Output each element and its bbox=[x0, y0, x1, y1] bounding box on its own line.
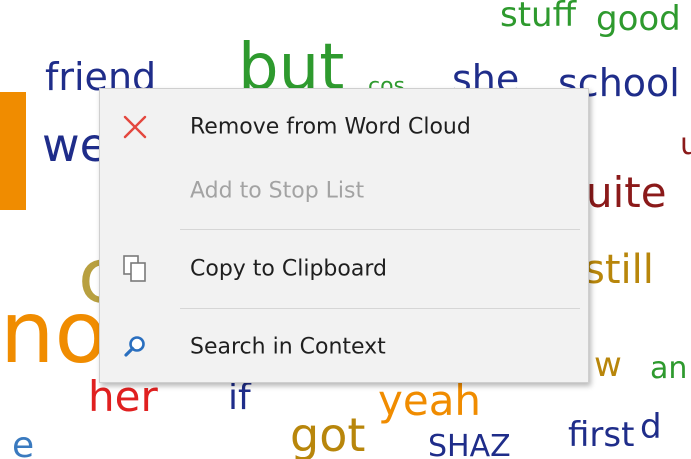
menu-item-label: Copy to Clipboard bbox=[190, 256, 387, 282]
word-cloud-word[interactable]: uite bbox=[586, 172, 667, 214]
word-cloud-word[interactable]: w bbox=[594, 348, 622, 382]
word-cloud-word[interactable]: u bbox=[680, 130, 691, 160]
menu-item-copy-to-clipboard[interactable]: Copy to Clipboard bbox=[100, 239, 588, 299]
word-cloud-word[interactable]: an bbox=[650, 354, 687, 384]
context-menu: Remove from Word Cloud Add to Stop List … bbox=[99, 88, 589, 383]
word-cloud-word[interactable]: SHAZ bbox=[428, 432, 511, 459]
menu-item-label: Search in Context bbox=[190, 334, 386, 360]
menu-separator bbox=[180, 229, 580, 230]
word-cloud-word[interactable]: yeah bbox=[378, 380, 481, 422]
word-cloud-word[interactable]: if bbox=[228, 380, 251, 416]
menu-item-label: Remove from Word Cloud bbox=[190, 114, 471, 140]
menu-item-label: Add to Stop List bbox=[190, 178, 365, 204]
word-cloud-word[interactable]: d bbox=[640, 410, 662, 444]
word-cloud-word[interactable]: no bbox=[0, 290, 107, 376]
menu-item-remove-from-word-cloud[interactable]: Remove from Word Cloud bbox=[100, 97, 588, 157]
word-cloud-word[interactable]: first bbox=[568, 418, 634, 452]
word-cloud-word[interactable]: e bbox=[12, 428, 34, 459]
word-cloud-word[interactable]: stuff bbox=[500, 0, 576, 32]
menu-item-add-to-stop-list[interactable]: Add to Stop List bbox=[100, 161, 588, 221]
word-cloud-fragment bbox=[0, 92, 26, 210]
close-icon bbox=[118, 110, 152, 144]
word-cloud-word[interactable]: still bbox=[584, 250, 654, 290]
word-cloud-word[interactable]: good bbox=[596, 2, 681, 36]
copy-icon bbox=[118, 252, 152, 286]
word-cloud-word[interactable]: got bbox=[290, 412, 365, 458]
menu-item-search-in-context[interactable]: Search in Context bbox=[100, 317, 588, 377]
menu-separator bbox=[180, 308, 580, 309]
search-icon bbox=[118, 330, 152, 364]
